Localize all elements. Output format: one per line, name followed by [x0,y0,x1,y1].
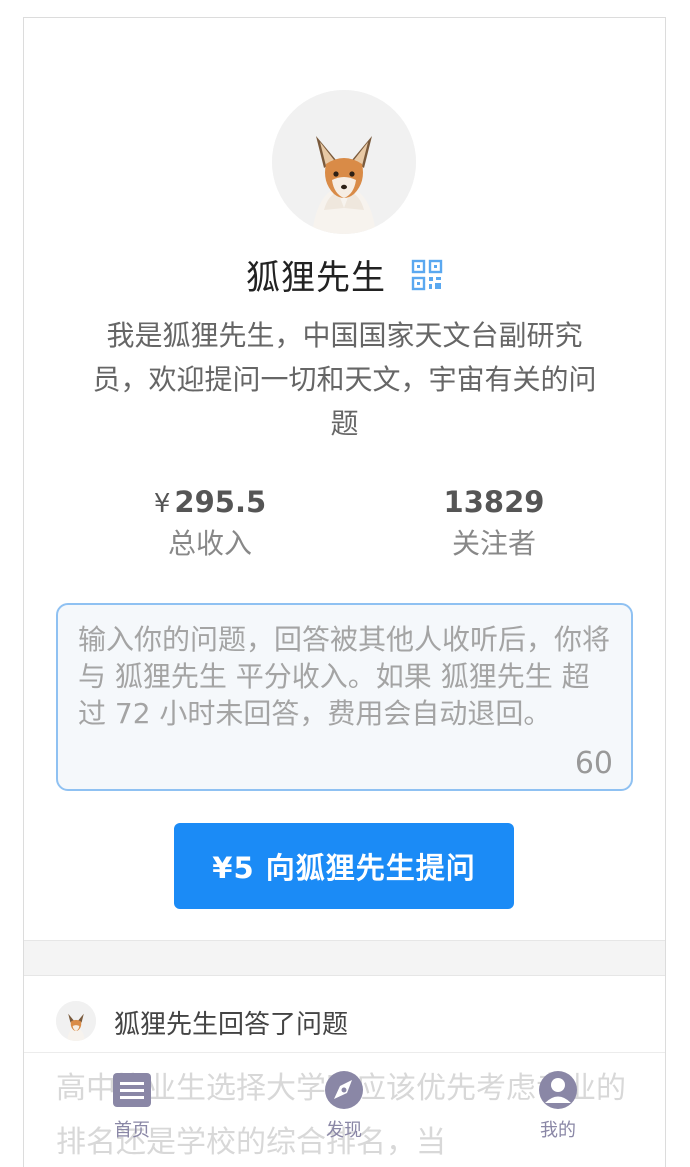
qr-code-icon[interactable] [411,259,443,291]
tab-me-label: 我的 [540,1120,576,1141]
tab-me[interactable]: 我的 [518,1070,598,1142]
app-frame: 狐狸先生 我是狐狸先生，中国国家天文台副研究员，欢迎提问一切和天文，宇宙有关的问… [23,17,666,1167]
feed-avatar [56,1001,96,1041]
user-icon [539,1071,577,1109]
followers-label: 关注者 [451,527,536,560]
income-stat: ¥295.5 总收入 [90,482,330,564]
income-value: 295.5 [174,485,267,519]
section-divider [24,940,665,976]
tab-discover[interactable]: 发现 [304,1070,384,1142]
compass-icon [325,1071,363,1109]
feed-item-header: 狐狸先生回答了问题 [24,976,665,1053]
ask-question-button[interactable]: ¥5 向狐狸先生提问 [174,823,514,909]
profile-section: 狐狸先生 我是狐狸先生，中国国家天文台副研究员，欢迎提问一切和天文，宇宙有关的问… [24,18,665,940]
income-currency: ¥ [153,489,171,519]
followers-stat[interactable]: 13829 关注者 [374,482,614,564]
tab-home-label: 首页 [114,1120,150,1141]
tab-bar: 首页 发现 我的 [24,1058,665,1167]
followers-value: 13829 [443,485,545,519]
question-box: 60 [56,603,633,791]
question-input[interactable] [78,621,613,771]
feed-item-title: 狐狸先生回答了问题 [114,1010,349,1040]
avatar [272,90,416,234]
income-value-row: ¥295.5 [90,482,330,522]
fox-avatar-image [272,90,416,234]
profile-name: 狐狸先生 [245,258,386,298]
char-counter: 60 [574,746,613,781]
home-list-icon [113,1073,151,1107]
income-label: 总收入 [167,527,252,560]
name-row: 狐狸先生 [24,250,665,300]
tab-home[interactable]: 首页 [92,1070,172,1142]
profile-bio: 我是狐狸先生，中国国家天文台副研究员，欢迎提问一切和天文，宇宙有关的问题 [92,319,597,440]
tab-discover-label: 发现 [326,1120,362,1141]
